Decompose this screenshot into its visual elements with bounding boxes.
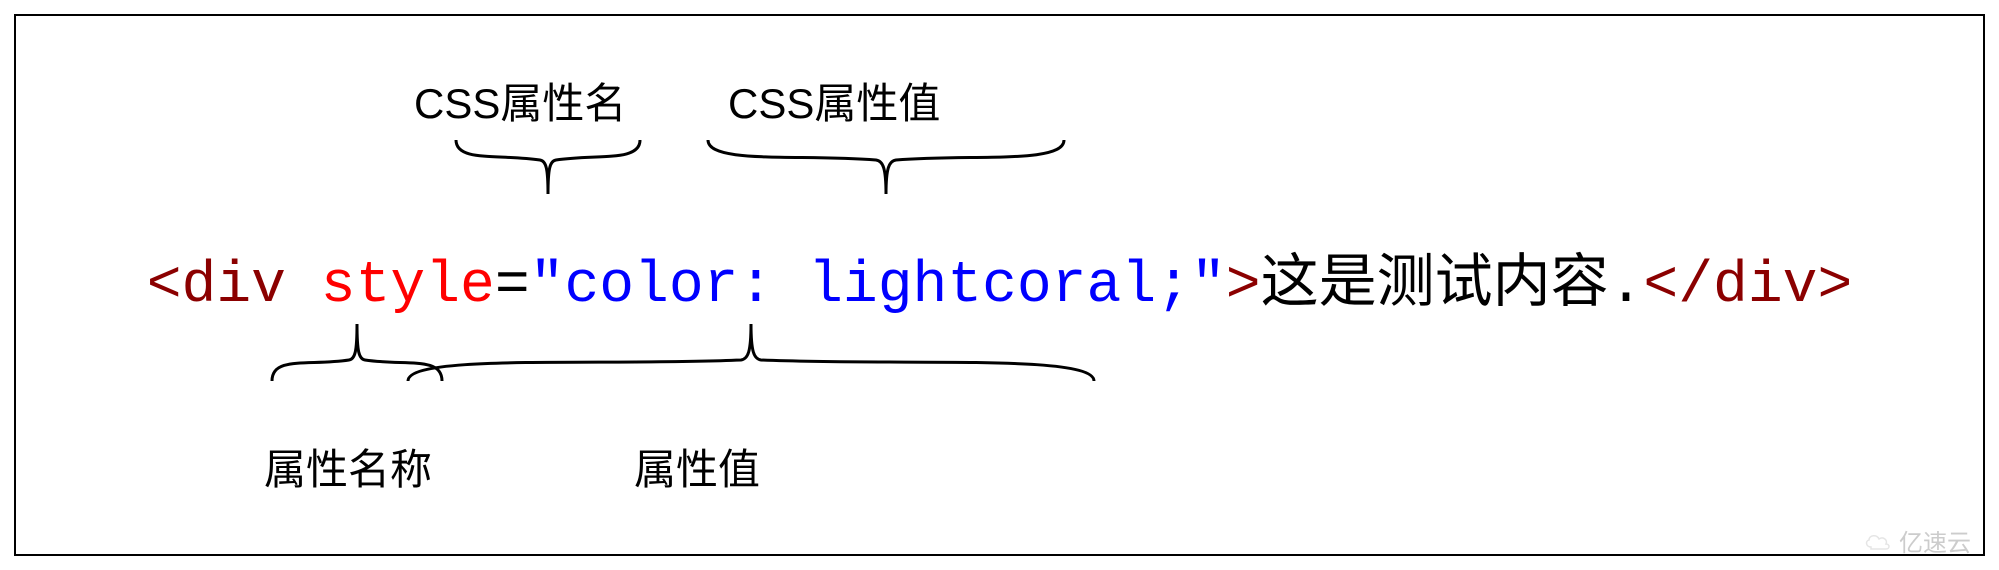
quote-close: " — [1191, 254, 1226, 319]
tag-name-close: div — [1713, 254, 1817, 319]
label-attribute-value: 属性值 — [634, 436, 760, 497]
equals-sign: = — [495, 254, 530, 319]
attribute-name: style — [321, 254, 495, 319]
css-colon: : — [738, 254, 808, 319]
close-angle-bracket: < — [1643, 254, 1678, 319]
css-property: color — [564, 254, 738, 319]
inner-text: 这是测试内容. — [1261, 254, 1644, 319]
quote-open: " — [530, 254, 565, 319]
tag-name-open: div — [182, 254, 286, 319]
close-tag-end: > — [1817, 254, 1852, 319]
open-angle-bracket: < — [147, 254, 182, 319]
brace-css-prop-name-icon — [448, 132, 648, 202]
diagram-content: CSS属性名 CSS属性值 <div style="color: lightco… — [16, 16, 1983, 554]
label-css-property-value: CSS属性值 — [728, 70, 940, 131]
css-value: lightcoral — [808, 254, 1156, 319]
label-css-property-name: CSS属性名 — [414, 70, 626, 131]
close-slash: / — [1678, 254, 1713, 319]
code-example: <div style="color: lightcoral;">这是测试内容.<… — [16, 234, 1983, 319]
cloud-icon — [1863, 531, 1893, 551]
label-attribute-name: 属性名称 — [264, 436, 432, 497]
open-tag-end: > — [1226, 254, 1261, 319]
space — [286, 254, 321, 319]
brace-css-prop-value-icon — [698, 132, 1074, 202]
brace-attr-value-icon — [396, 314, 1106, 389]
watermark: 亿速云 — [1863, 523, 1971, 558]
diagram-frame: CSS属性名 CSS属性值 <div style="color: lightco… — [14, 14, 1985, 556]
watermark-text: 亿速云 — [1899, 523, 1971, 558]
css-semicolon: ; — [1156, 254, 1191, 319]
